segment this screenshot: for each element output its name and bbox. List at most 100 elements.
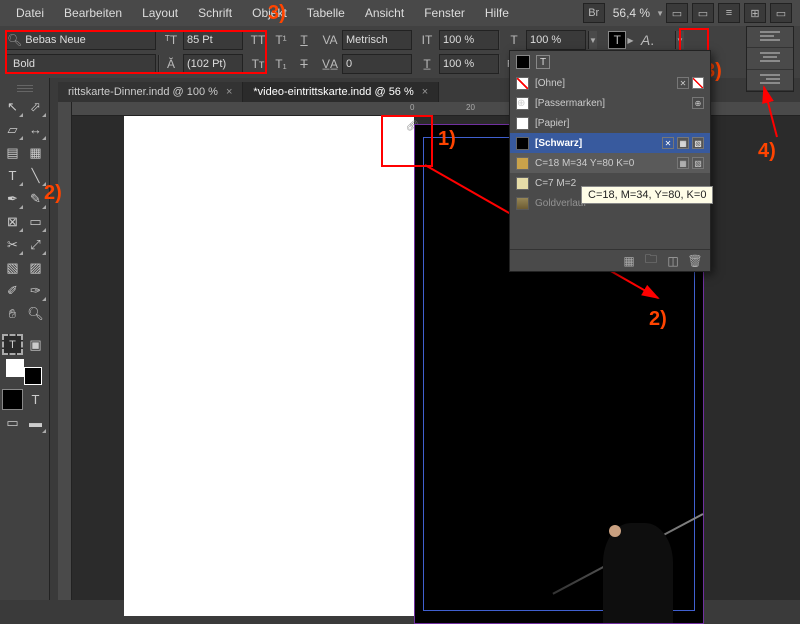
- leading-icon: Ă: [160, 54, 182, 74]
- align-right-icon[interactable]: [747, 70, 793, 91]
- swatch-chip: [516, 117, 529, 130]
- swatch-chip: [516, 157, 529, 170]
- paragraph-align-panel: [746, 26, 794, 92]
- vertical-ruler[interactable]: [58, 102, 72, 600]
- panel-grip[interactable]: [2, 82, 47, 94]
- page-spread-left: [124, 116, 414, 616]
- view-mode-icon-3[interactable]: ≡: [718, 3, 740, 23]
- zoom-tool[interactable]: 🔍︎: [25, 303, 46, 324]
- menu-ansicht[interactable]: Ansicht: [355, 1, 414, 25]
- menu-fenster[interactable]: Fenster: [414, 1, 475, 25]
- menu-hilfe[interactable]: Hilfe: [475, 1, 519, 25]
- formatting-container-tool[interactable]: ▣: [25, 334, 46, 355]
- arrange-icon[interactable]: ⊞: [744, 3, 766, 23]
- swatch-chip: [516, 197, 529, 210]
- swatch-paper[interactable]: [Papier]: [510, 113, 710, 133]
- swatch-chip: [516, 177, 529, 190]
- new-swatch-icon[interactable]: ▦: [622, 254, 636, 268]
- strike-icon[interactable]: T: [293, 54, 315, 74]
- lock-icon: ✕: [662, 137, 674, 149]
- menu-schrift[interactable]: Schrift: [188, 1, 242, 25]
- zoom-display[interactable]: 56,4 %: [613, 6, 650, 20]
- char-panel-icon[interactable]: A.: [634, 30, 660, 50]
- view-mode-preview[interactable]: ▬: [25, 412, 46, 433]
- gap-tool[interactable]: ↔: [25, 119, 46, 140]
- all-caps-icon[interactable]: TT: [247, 30, 269, 50]
- free-transform-tool[interactable]: ⤢: [25, 234, 46, 255]
- page-tool[interactable]: ▱: [2, 119, 23, 140]
- type-tool[interactable]: T: [2, 165, 23, 186]
- hand-tool[interactable]: ✋︎: [2, 303, 23, 324]
- pencil-tool[interactable]: ✎: [25, 188, 46, 209]
- menu-tabelle[interactable]: Tabelle: [297, 1, 355, 25]
- swatch-gold[interactable]: C=18 M=34 Y=80 K=0▦▧: [510, 153, 710, 173]
- none-swatch-icon: [516, 77, 529, 90]
- kerning-icon: VA: [319, 30, 341, 50]
- note-tool[interactable]: ✐: [2, 280, 23, 301]
- line-tool[interactable]: ╲: [25, 165, 46, 186]
- tools-panel: ↖ ⬀ ▱ ↔ ▤ ▦ T ╲ ✒ ✎ ⊠ ▭ ✂ ⤢ ▧ ▨ ✐ ✑ ✋︎ 🔍…: [0, 78, 50, 600]
- apply-text-icon[interactable]: T: [25, 389, 46, 410]
- content-collector-tool[interactable]: ▤: [2, 142, 23, 163]
- new-icon[interactable]: ◫: [666, 254, 680, 268]
- swatch-black[interactable]: [Schwarz]✕▦▧: [510, 133, 710, 153]
- trash-icon[interactable]: 🗑︎: [688, 254, 702, 268]
- align-center-icon[interactable]: [747, 48, 793, 69]
- menu-objekt[interactable]: Objekt: [242, 1, 297, 25]
- font-style-field[interactable]: ▼: [6, 54, 156, 74]
- swatch-registration[interactable]: ⊕[Passermarken]⊕: [510, 93, 710, 113]
- apply-color-icon[interactable]: [2, 389, 23, 410]
- baseline-icon: T: [503, 30, 525, 50]
- direct-selection-tool[interactable]: ⬀: [25, 96, 46, 117]
- font-size-icon: ᵀT: [160, 30, 182, 50]
- font-style-input[interactable]: [7, 58, 158, 70]
- swatches-panel: T [Ohne]✕ ⊕[Passermarken]⊕ [Papier] [Sch…: [509, 50, 711, 272]
- vscale-icon: IT: [416, 30, 438, 50]
- view-mode-normal[interactable]: ▭: [2, 412, 23, 433]
- swatches-footer: ▦ 🗀 ◫ 🗑︎: [510, 249, 710, 271]
- rect-frame-tool[interactable]: ⊠: [2, 211, 23, 232]
- menu-bearbeiten[interactable]: Bearbeiten: [54, 1, 132, 25]
- text-proxy-icon[interactable]: T: [536, 55, 550, 69]
- fill-stroke-proxy[interactable]: [2, 357, 46, 387]
- folder-icon[interactable]: 🗀: [644, 254, 658, 268]
- superscript-icon[interactable]: T¹: [270, 30, 292, 50]
- search-icon: 🔍︎: [7, 33, 22, 47]
- underline-icon[interactable]: T: [293, 30, 315, 50]
- align-left-icon[interactable]: [747, 27, 793, 48]
- fill-proxy-icon[interactable]: [516, 55, 530, 69]
- close-icon[interactable]: ×: [422, 86, 428, 98]
- menu-datei[interactable]: Datei: [6, 1, 54, 25]
- swatch-chip: [516, 137, 529, 150]
- close-icon[interactable]: ×: [226, 86, 232, 98]
- selection-tool[interactable]: ↖: [2, 96, 23, 117]
- view-mode-icon-1[interactable]: ▭: [666, 3, 688, 23]
- bridge-button[interactable]: Br: [583, 3, 605, 23]
- tooltip: C=18, M=34, Y=80, K=0: [581, 186, 713, 204]
- tab-doc-2[interactable]: *video-eintrittskarte.indd @ 56 %×: [243, 82, 439, 102]
- view-mode-icon-2[interactable]: ▭: [692, 3, 714, 23]
- pen-tool[interactable]: ✒: [2, 188, 23, 209]
- text-fill-icon[interactable]: T: [608, 31, 626, 49]
- small-caps-icon[interactable]: Tᴛ: [247, 54, 269, 74]
- subscript-icon[interactable]: T₁: [270, 54, 292, 74]
- font-family-input[interactable]: [22, 34, 170, 46]
- gradient-feather-tool[interactable]: ▨: [25, 257, 46, 278]
- tracking-icon: V̲A̲: [319, 54, 341, 74]
- gradient-swatch-tool[interactable]: ▧: [2, 257, 23, 278]
- formatting-text-tool[interactable]: T: [2, 334, 23, 355]
- lock-icon: ✕: [677, 77, 689, 89]
- content-placer-tool[interactable]: ▦: [25, 142, 46, 163]
- rect-tool[interactable]: ▭: [25, 211, 46, 232]
- scissors-tool[interactable]: ✂: [2, 234, 23, 255]
- eyedropper-tool[interactable]: ✑: [25, 280, 46, 301]
- swatch-none[interactable]: [Ohne]✕: [510, 73, 710, 93]
- menu-layout[interactable]: Layout: [132, 1, 188, 25]
- registration-icon: ⊕: [516, 97, 529, 110]
- tab-doc-1[interactable]: rittskarte-Dinner.indd @ 100 %×: [58, 82, 243, 102]
- screen-mode-icon[interactable]: ▭: [770, 3, 792, 23]
- hscale-icon: T̲: [416, 54, 438, 74]
- font-family-field[interactable]: 🔍︎ ▼: [6, 30, 156, 50]
- menu-bar: Datei Bearbeiten Layout Schrift Objekt T…: [0, 0, 800, 26]
- placed-image: [533, 483, 683, 623]
